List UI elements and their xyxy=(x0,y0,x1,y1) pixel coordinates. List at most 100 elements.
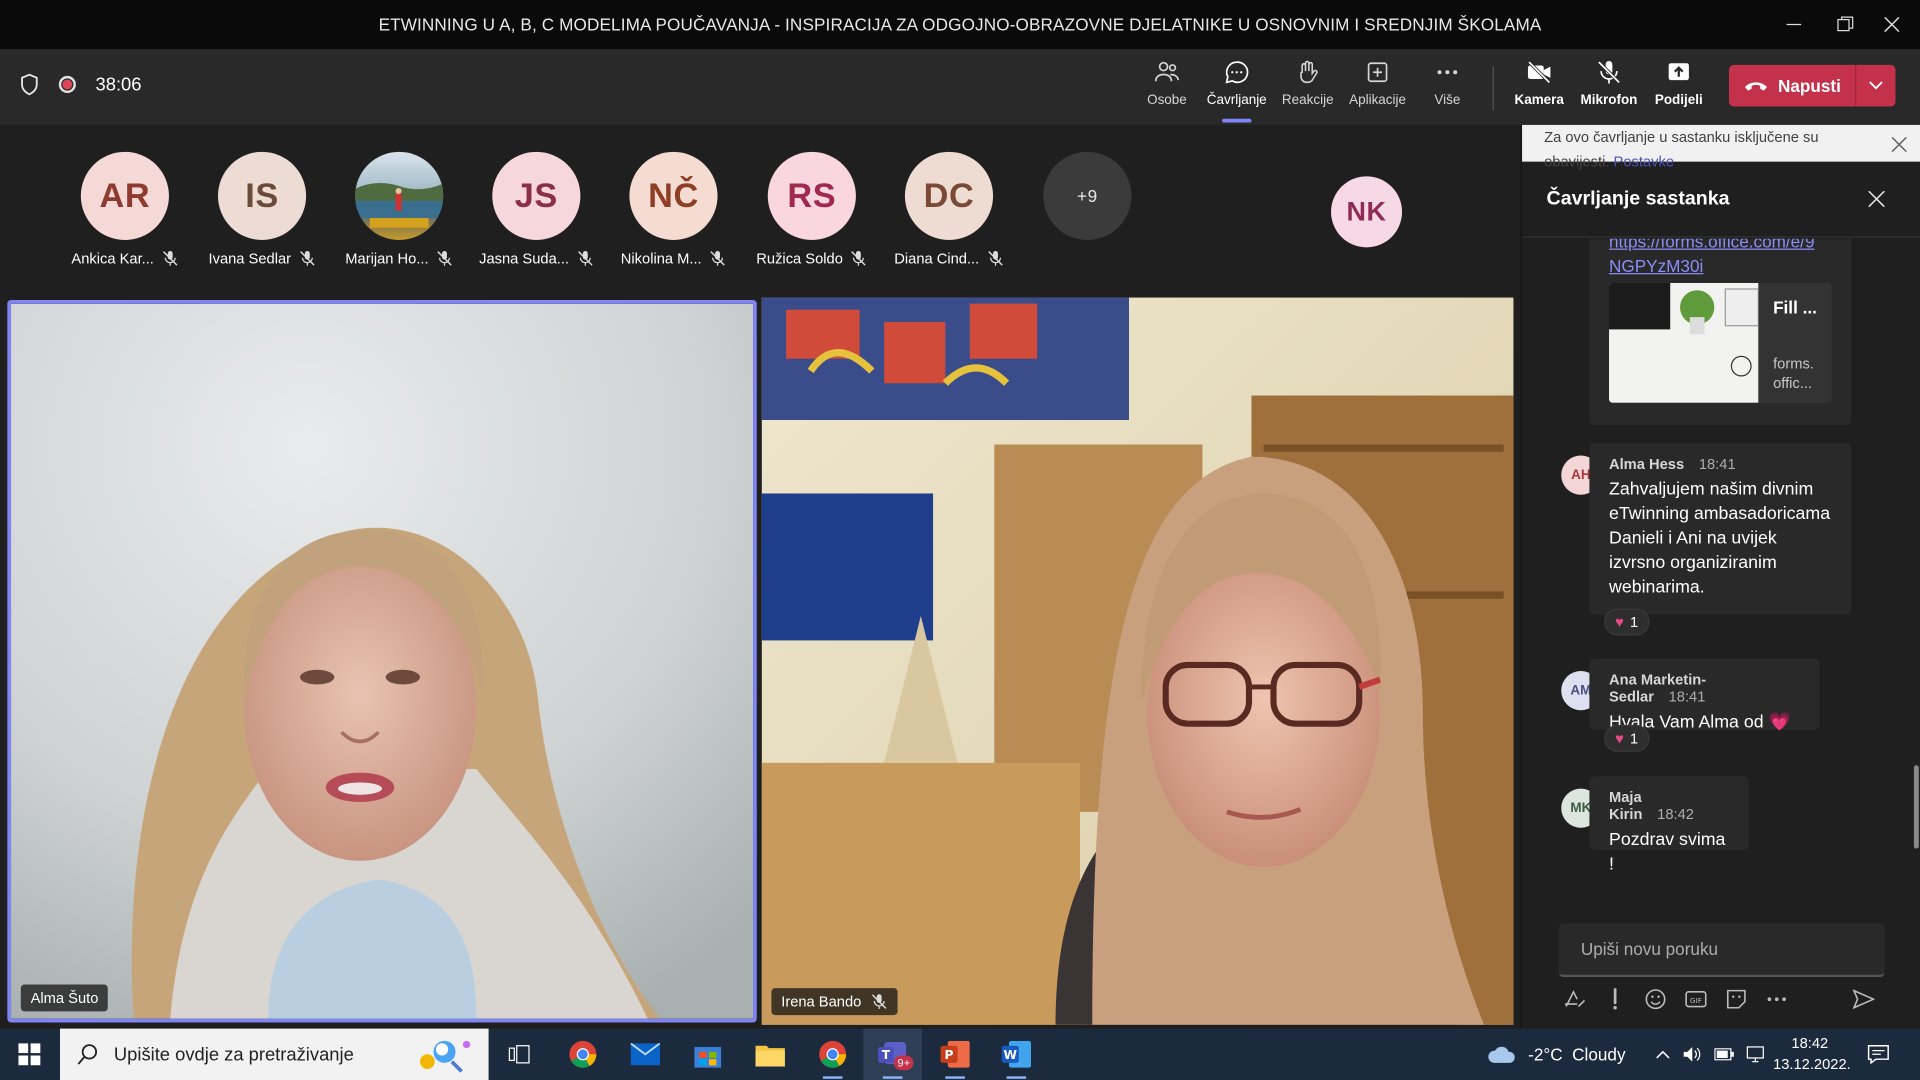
avatar-initials: AM xyxy=(1570,683,1592,698)
word-app[interactable]: W xyxy=(987,1029,1046,1080)
mail-app[interactable] xyxy=(616,1029,675,1080)
participant-name: Ivana Sedlar xyxy=(208,249,292,267)
message-time: 18:41 xyxy=(1668,688,1706,706)
landscape-photo-icon xyxy=(355,182,444,228)
important-icon[interactable] xyxy=(1604,988,1626,1010)
close-window-button[interactable] xyxy=(1864,0,1920,49)
sticker-icon[interactable] xyxy=(1725,988,1747,1010)
battery-icon[interactable] xyxy=(1714,1048,1734,1061)
task-view-button[interactable] xyxy=(490,1029,549,1080)
self-avatar[interactable]: NK xyxy=(1305,176,1427,248)
powerpoint-app[interactable]: P xyxy=(926,1029,985,1080)
shield-icon[interactable] xyxy=(20,73,40,96)
participant-name: Ankica Kar... xyxy=(71,249,154,267)
video-tile-active-speaker[interactable]: Alma Šuto xyxy=(7,300,757,1023)
meeting-timer: 38:06 xyxy=(95,74,142,95)
gif-icon[interactable]: GIF xyxy=(1685,988,1707,1010)
hang-up-icon xyxy=(1744,82,1767,91)
chat-message[interactable]: Ana Marketin-Sedlar 18:41 Hvala Vam Alma … xyxy=(1589,658,1820,732)
chrome-icon xyxy=(569,1040,597,1068)
participant-diana[interactable]: DC Diana Cind... xyxy=(888,151,1010,267)
chat-scrollbar[interactable] xyxy=(1913,765,1919,849)
forms-link[interactable]: https://forms.office.com/e/9 NGPYzM30i xyxy=(1609,239,1814,278)
camera-button[interactable]: Kamera xyxy=(1505,59,1574,120)
meeting-toolbar: 38:06 Osobe Čavrljanje Reakcije Aplikaci… xyxy=(0,48,1920,125)
toolbar-divider xyxy=(1492,66,1494,111)
preview-domain-line-2: offic... xyxy=(1773,374,1813,392)
chat-message-list: https://forms.office.com/e/9 NGPYzM30i F… xyxy=(1522,238,1920,925)
notifications-button[interactable] xyxy=(1849,1029,1908,1080)
message-time: 18:42 xyxy=(1657,805,1694,823)
mic-button[interactable]: Mikrofon xyxy=(1575,59,1644,120)
close-icon[interactable] xyxy=(1891,137,1907,152)
participant-name: Nikolina M... xyxy=(620,249,702,267)
svg-text:W: W xyxy=(1003,1048,1017,1062)
search-icon xyxy=(77,1044,98,1065)
close-chat-icon[interactable] xyxy=(1868,191,1885,207)
participant-ankica[interactable]: AR Ankica Kar... xyxy=(64,151,186,267)
svg-text:GIF: GIF xyxy=(1690,996,1702,1005)
mic-off-icon xyxy=(437,251,452,266)
link-preview-card[interactable]: Fill ... forms. offic... xyxy=(1608,282,1832,403)
participant-nikolina[interactable]: NČ Nikolina M... xyxy=(612,151,734,267)
send-icon[interactable] xyxy=(1852,988,1875,1010)
message-time: 18:41 xyxy=(1698,455,1736,473)
reactions-button[interactable]: Reakcije xyxy=(1273,59,1342,120)
video-tile-participant[interactable]: Irena Bando xyxy=(761,297,1514,1025)
emoji-icon[interactable] xyxy=(1645,988,1667,1010)
reaction-count: 1 xyxy=(1629,613,1639,631)
preview-thumbnail-image xyxy=(1608,282,1759,403)
svg-text:T: T xyxy=(882,1048,891,1062)
heart-icon: ♥ xyxy=(1615,613,1624,631)
message-header: Alma Hess 18:41 xyxy=(1609,456,1832,473)
avatar: AR xyxy=(80,151,169,241)
speaker-icon[interactable] xyxy=(1682,1046,1702,1063)
chrome-app-2[interactable] xyxy=(803,1029,862,1080)
leave-dropdown[interactable] xyxy=(1856,81,1895,91)
chat-message[interactable]: Maja Kirin 18:42 Pozdrav svima ! xyxy=(1589,776,1749,874)
camera-off-icon xyxy=(1527,60,1551,84)
store-app[interactable] xyxy=(678,1029,737,1080)
link-line-1: https://forms.office.com/e/9 xyxy=(1608,238,1815,252)
chat-button[interactable]: Čavrljanje xyxy=(1202,59,1271,123)
share-button[interactable]: Podijeli xyxy=(1645,59,1714,120)
notifications-banner: Za ovo čavrljanje u sastanku isključene … xyxy=(1522,124,1920,170)
participant-ivana[interactable]: IS Ivana Sedlar xyxy=(201,151,323,267)
leave-button[interactable]: Napusti xyxy=(1728,64,1896,107)
start-button[interactable] xyxy=(0,1029,59,1080)
mic-off-icon xyxy=(851,251,867,266)
speaker-name: Alma Šuto xyxy=(30,989,99,1007)
word-icon: W xyxy=(1001,1040,1032,1068)
more-button[interactable]: Više xyxy=(1413,59,1482,120)
teams-app[interactable]: T 9+ xyxy=(863,1028,923,1080)
participant-tile-name: Irena Bando xyxy=(781,993,862,1011)
participant-ruzica[interactable]: RS Ružica Soldo xyxy=(751,151,873,267)
taskbar-search[interactable]: Upišite ovdje za pretraživanje xyxy=(60,1028,489,1080)
more-options-icon[interactable] xyxy=(1766,988,1788,1010)
search-highlight-icon xyxy=(420,1040,471,1073)
chrome-app[interactable] xyxy=(553,1029,612,1080)
people-button[interactable]: Osobe xyxy=(1133,59,1202,120)
video-feed-woman-speaking xyxy=(11,303,754,1019)
file-explorer-app[interactable] xyxy=(741,1029,800,1080)
leave-main[interactable]: Napusti xyxy=(1729,64,1857,107)
network-icon[interactable] xyxy=(1746,1046,1766,1063)
format-icon[interactable] xyxy=(1564,988,1586,1010)
minimize-button[interactable] xyxy=(1766,0,1822,49)
participant-jasna[interactable]: JS Jasna Suda... xyxy=(475,151,597,267)
apps-button[interactable]: Aplikacije xyxy=(1343,59,1412,120)
heart-reaction[interactable]: ♥ 1 xyxy=(1604,608,1650,636)
restore-icon xyxy=(1837,16,1854,32)
windows-taskbar: Upišite ovdje za pretraživanje T 9+ P W … xyxy=(0,1028,1920,1080)
chevron-up-icon[interactable] xyxy=(1656,1049,1671,1059)
weather-widget[interactable]: -2°C Cloudy xyxy=(1487,1029,1626,1080)
participant-marijan[interactable]: Marijan Ho... xyxy=(338,151,460,267)
compose-message-input[interactable]: Upiši novu poruku xyxy=(1558,923,1885,978)
heart-reaction[interactable]: ♥ 1 xyxy=(1604,724,1650,752)
share-label: Podijeli xyxy=(1654,93,1703,108)
chat-message[interactable]: Alma Hess 18:41 Zahvaljujem našim divnim … xyxy=(1589,443,1852,615)
overflow-participants-button[interactable]: +9 xyxy=(1026,151,1148,241)
avatar: NK xyxy=(1331,176,1403,248)
chat-label: Čavrljanje xyxy=(1206,93,1267,108)
taskbar-clock[interactable]: 18:42 13.12.2022. xyxy=(1773,1033,1851,1075)
